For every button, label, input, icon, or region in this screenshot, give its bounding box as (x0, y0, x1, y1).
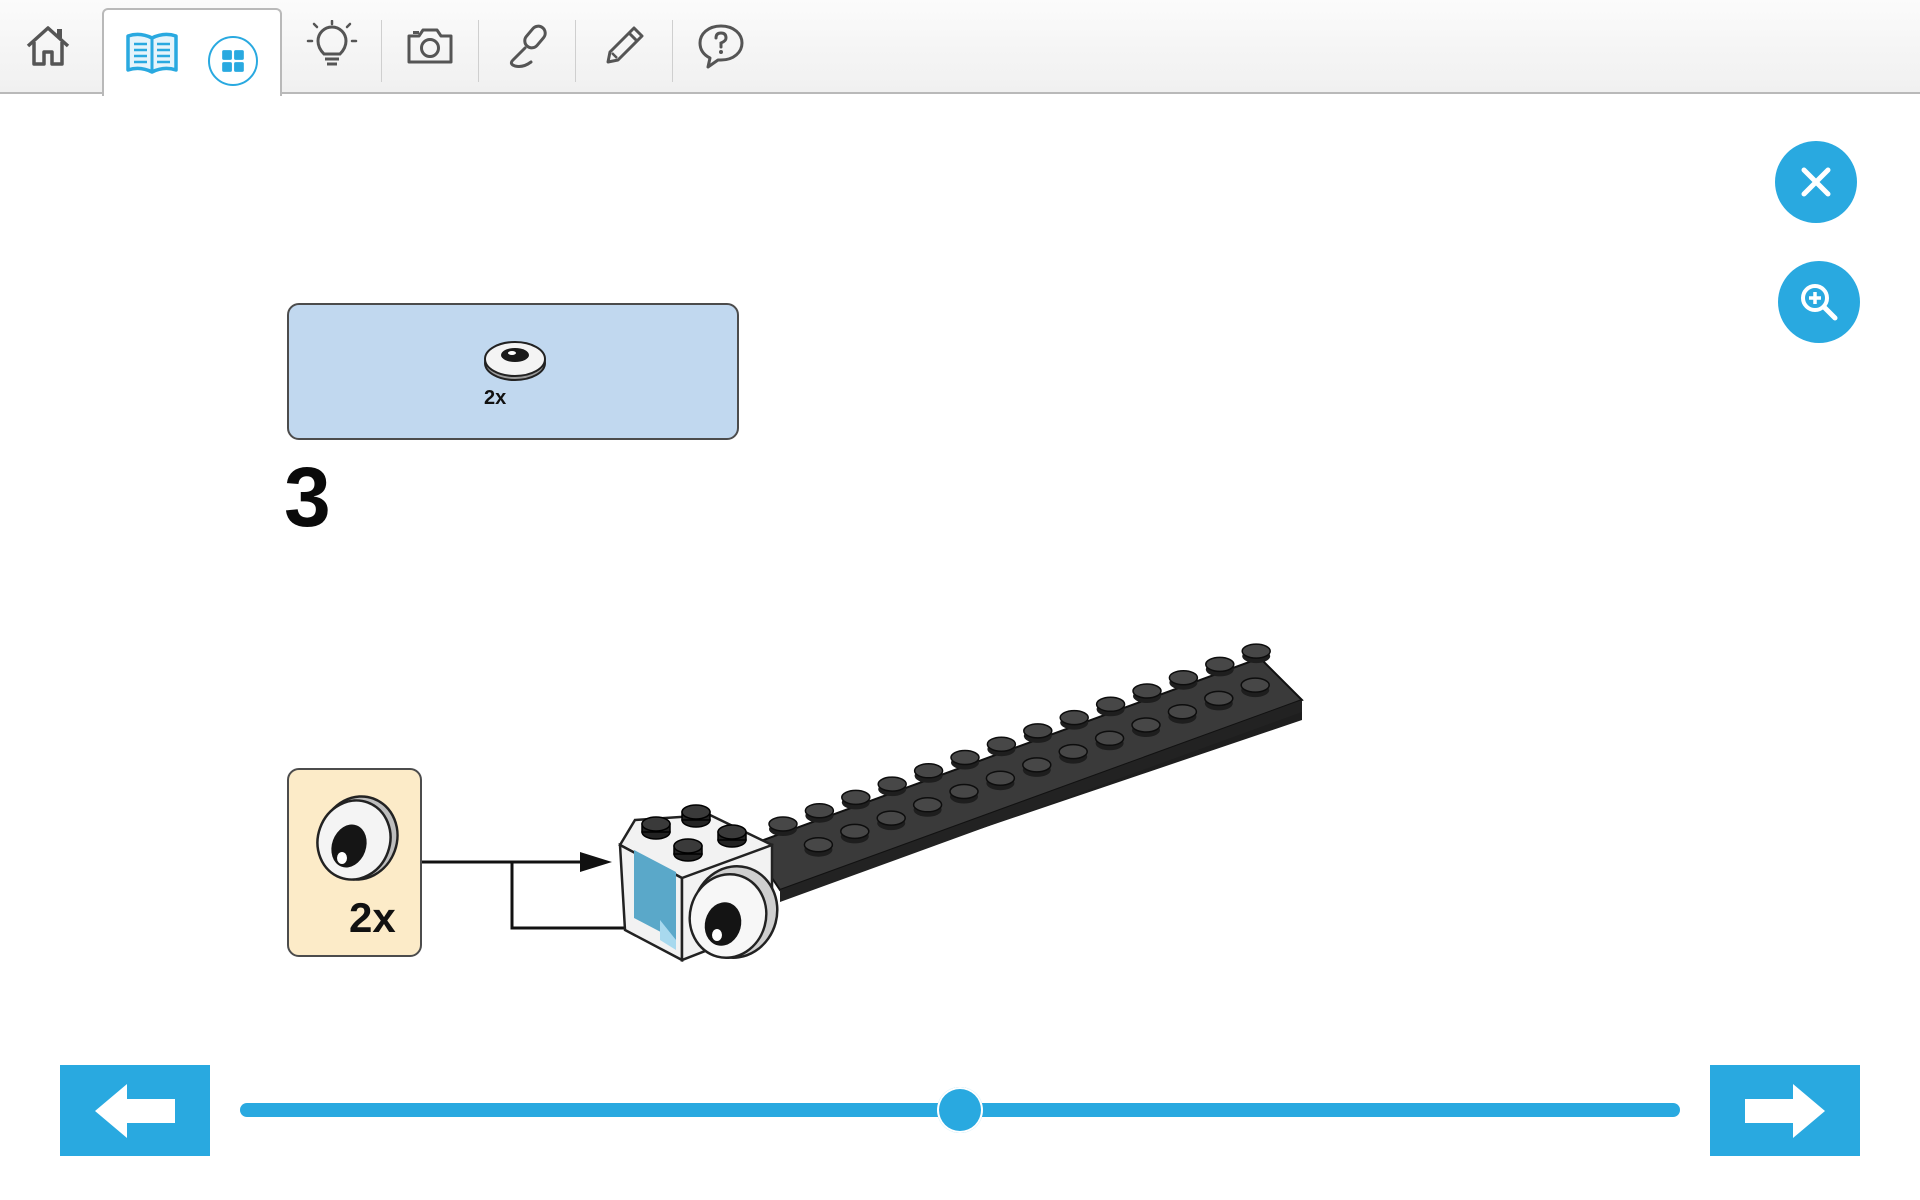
subassembly-quantity: 2x (349, 894, 396, 941)
book-icon (126, 32, 178, 74)
stud (913, 763, 944, 779)
stud (876, 810, 906, 826)
slider-thumb[interactable] (937, 1087, 983, 1133)
top-toolbar (0, 0, 1920, 96)
stud (1095, 696, 1126, 713)
stud (1059, 709, 1089, 726)
stud (1167, 703, 1198, 720)
stud (1168, 669, 1199, 686)
stud (1204, 690, 1234, 707)
parts-quantity: 2x (484, 387, 507, 409)
overview-grid-button[interactable] (208, 36, 258, 86)
grid-icon (222, 50, 244, 72)
home-button[interactable] (0, 0, 96, 92)
stud (1132, 683, 1162, 699)
help-button[interactable] (673, 0, 769, 92)
subassembly-callout: 2x (287, 768, 422, 957)
stud (1058, 743, 1088, 760)
stud (1022, 757, 1052, 773)
parts-needed-callout: 2x (287, 303, 739, 440)
next-step-button[interactable] (1710, 1065, 1860, 1156)
stud (985, 770, 1016, 786)
pencil-icon (606, 26, 644, 64)
stud (912, 797, 943, 813)
previous-step-button[interactable] (60, 1065, 210, 1156)
camera-icon (407, 28, 453, 64)
record-audio-button[interactable] (479, 0, 575, 92)
step-number: 3 (284, 450, 331, 544)
eye-tile-part-icon (484, 341, 546, 381)
stud (804, 802, 835, 819)
stud (877, 776, 907, 792)
stud (1240, 677, 1270, 693)
arrow-head (580, 852, 612, 872)
stud (949, 783, 979, 800)
stud (986, 736, 1017, 752)
arrow-right-icon (1745, 1083, 1825, 1138)
stud (768, 816, 798, 832)
stud (1094, 730, 1125, 747)
stud (950, 749, 980, 766)
ideas-button[interactable] (284, 0, 380, 92)
help-speech-bubble-icon (698, 24, 744, 69)
stud (1023, 723, 1053, 739)
tab-building-instructions[interactable] (102, 8, 282, 96)
stud (1205, 656, 1235, 673)
zoom-in-icon (1801, 284, 1838, 321)
close-button[interactable] (1775, 141, 1857, 223)
close-icon (1801, 167, 1831, 197)
stud (803, 836, 834, 853)
lightbulb-icon (306, 20, 358, 66)
camera-button[interactable] (382, 0, 478, 92)
stud (840, 823, 870, 840)
microphone-icon (509, 24, 547, 68)
stud (841, 789, 871, 806)
model-illustration (422, 643, 1304, 963)
zoom-button[interactable] (1778, 261, 1860, 343)
stud (1131, 717, 1161, 733)
eye-tile-part-icon (316, 795, 399, 881)
home-icon (26, 26, 70, 66)
arrow-left-icon (95, 1083, 175, 1138)
notes-button[interactable] (576, 0, 672, 92)
stud (1241, 643, 1271, 659)
